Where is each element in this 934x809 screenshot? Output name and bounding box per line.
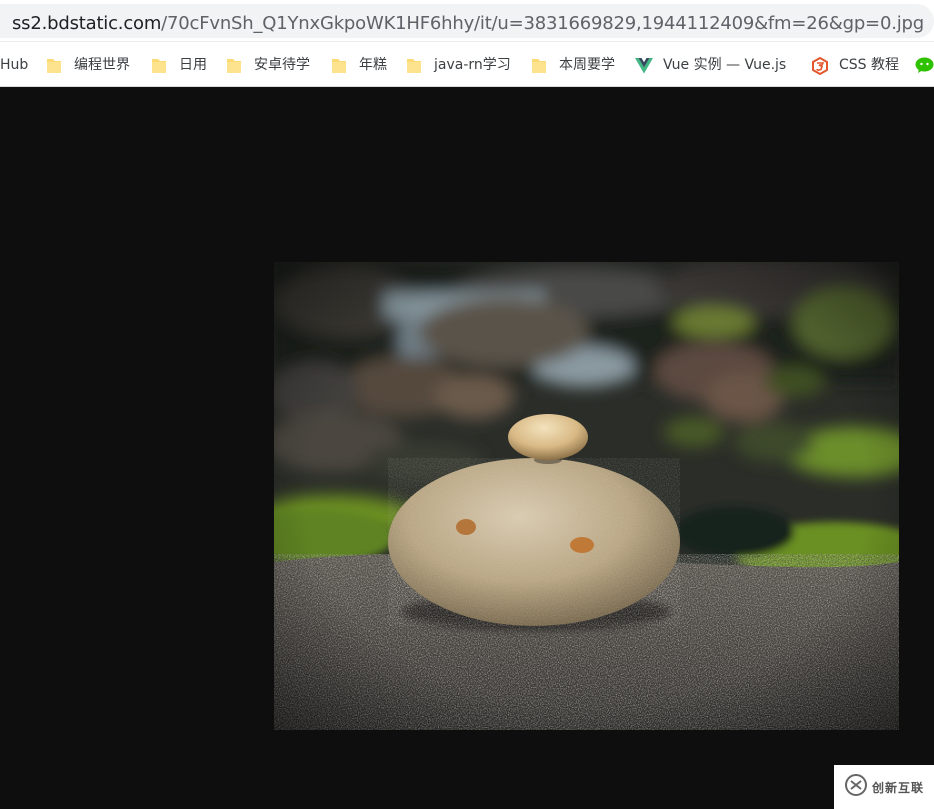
folder-icon <box>151 57 167 74</box>
bookmark-folder-java-rn[interactable]: java-rn学习 <box>406 54 511 76</box>
wechat-icon <box>915 57 934 74</box>
vue-logo-icon <box>635 57 653 74</box>
bookmark-label: 年糕 <box>359 57 387 73</box>
bookmark-folder-this-week[interactable]: 本周要学 <box>531 54 615 76</box>
bookmark-label: 日用 <box>179 57 207 73</box>
omnibox[interactable]: ss2.bdstatic.com/70cFvnSh_Q1YnxGkpoWK1HF… <box>0 4 934 38</box>
url-path: /70cFvnSh_Q1YnxGkpoWK1HF6hhy/it/u=383166… <box>161 13 924 34</box>
folder-icon <box>406 57 422 74</box>
watermark-text: 创新互联 <box>871 780 924 795</box>
bookmark-folder-niangao[interactable]: 年糕 <box>331 54 387 76</box>
folder-icon <box>46 57 62 74</box>
bookmark-label: java-rn学习 <box>434 57 511 73</box>
bookmark-folder-daily[interactable]: 日用 <box>151 54 207 76</box>
css-logo-icon <box>811 56 829 75</box>
watermark-logo-icon <box>844 773 868 801</box>
bookmark-folder-android[interactable]: 安卓待学 <box>226 54 310 76</box>
bookmark-css[interactable]: CSS 教程 <box>811 54 899 76</box>
url-text[interactable]: ss2.bdstatic.com/70cFvnSh_Q1YnxGkpoWK1HF… <box>12 13 924 35</box>
bookmark-folder-programming[interactable]: 编程世界 <box>46 54 130 76</box>
bookmark-label: 编程世界 <box>74 57 130 73</box>
displayed-image <box>274 262 899 730</box>
image-viewer: 创新互联 <box>0 87 934 809</box>
bookmark-label: Vue 实例 — Vue.js <box>663 57 787 73</box>
bookmark-label: 本周要学 <box>559 57 615 73</box>
folder-icon <box>531 57 547 74</box>
bookmarks-bar: Hub 编程世界 日用 安卓待学 年糕 java-rn学习 本周要学 Vue 实… <box>0 42 934 87</box>
bookmark-label: 安卓待学 <box>254 57 310 73</box>
bookmark-hub[interactable]: Hub <box>0 54 28 76</box>
folder-icon <box>226 57 242 74</box>
bookmark-label: CSS 教程 <box>839 57 899 73</box>
bookmark-label: Hub <box>0 57 29 73</box>
folder-icon <box>331 57 347 74</box>
watermark-badge: 创新互联 <box>834 765 934 809</box>
url-host: ss2.bdstatic.com <box>12 13 162 34</box>
bookmark-wechat[interactable] <box>915 54 934 76</box>
bookmark-vue[interactable]: Vue 实例 — Vue.js <box>635 54 786 76</box>
address-bar: ss2.bdstatic.com/70cFvnSh_Q1YnxGkpoWK1HF… <box>0 0 934 42</box>
